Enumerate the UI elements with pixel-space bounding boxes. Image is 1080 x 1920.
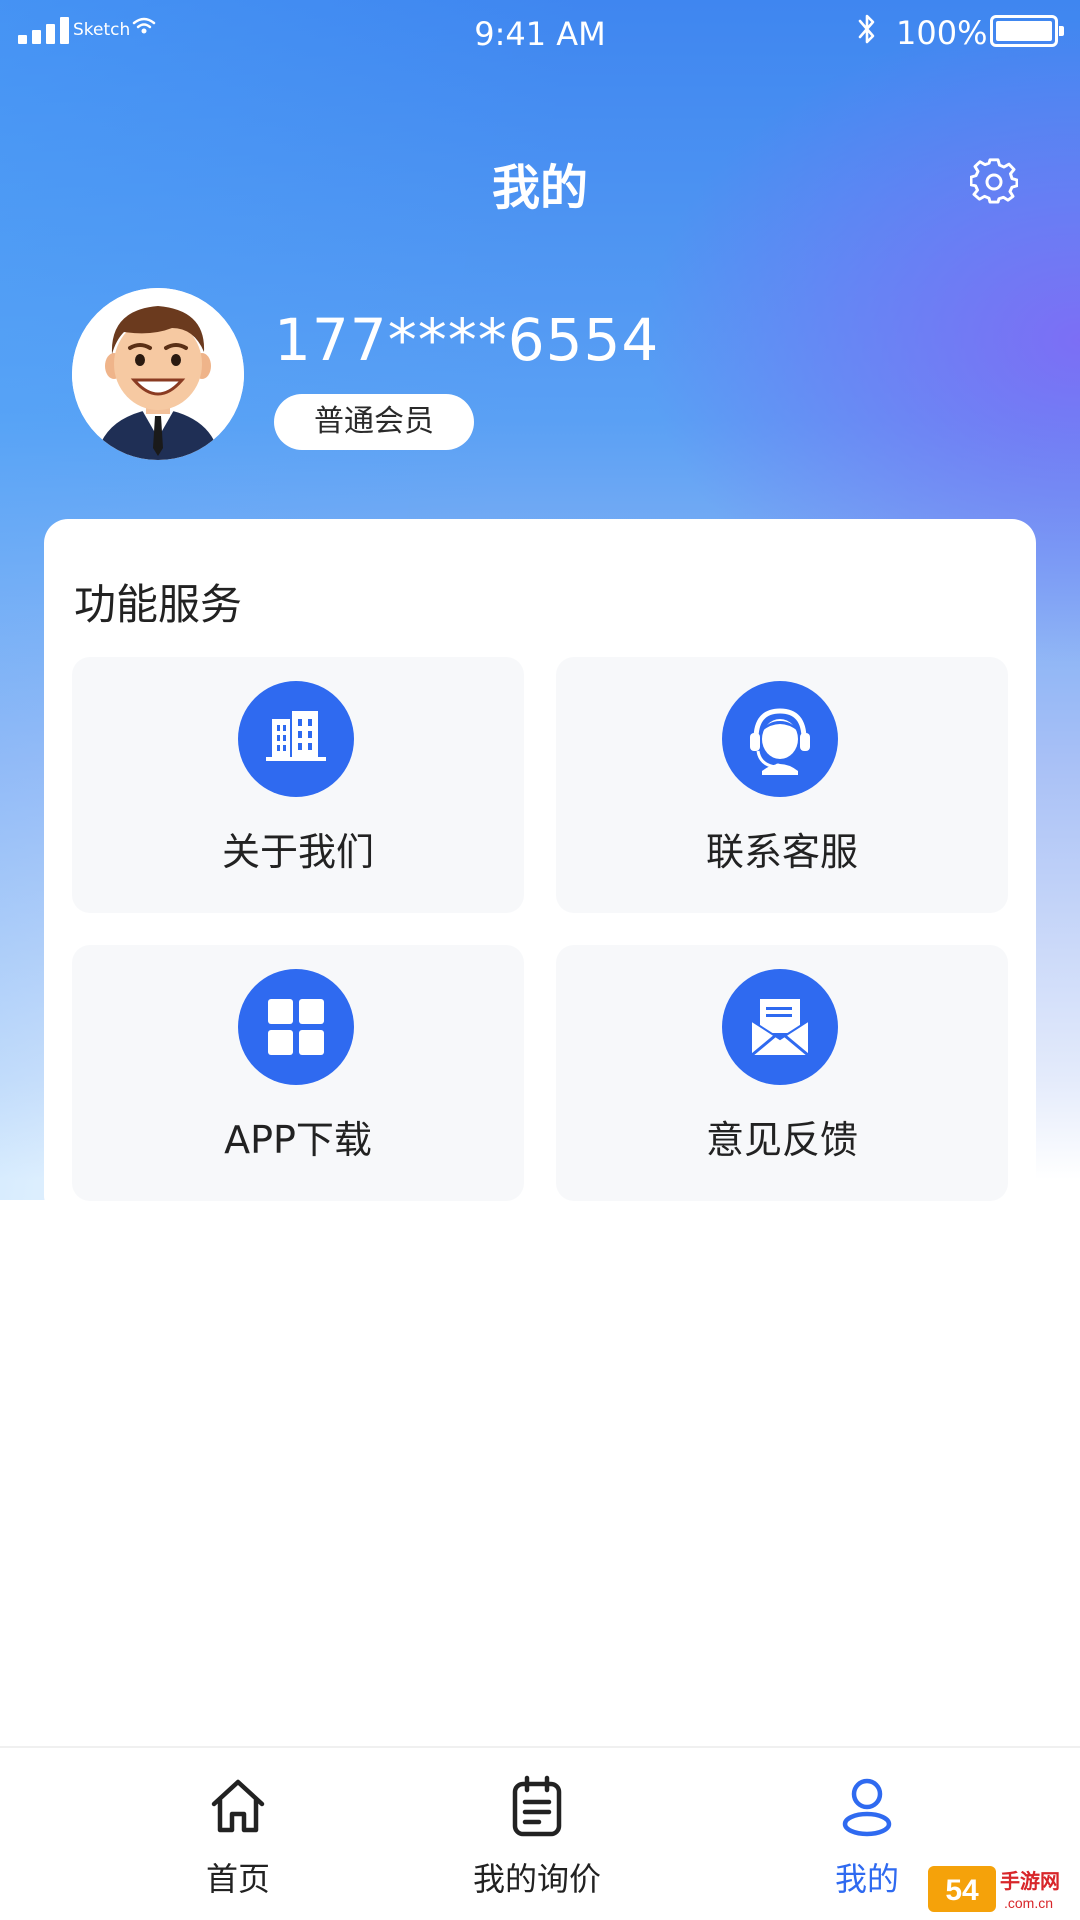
clipboard-icon <box>512 1775 562 1837</box>
section-title: 功能服务 <box>74 580 243 629</box>
battery-percentage: 100% <box>896 14 988 52</box>
mail-icon <box>722 969 838 1085</box>
avatar[interactable] <box>72 288 244 460</box>
service-customer-support[interactable]: 联系客服 <box>556 657 1008 913</box>
tab-home[interactable]: 首页 <box>138 1748 338 1920</box>
bottom-tab-bar: 首页 我的询价 我的 <box>0 1746 1080 1920</box>
service-app-download[interactable]: APP下载 <box>72 945 524 1201</box>
phone-number: 177****6554 <box>274 306 660 374</box>
service-about-us[interactable]: 关于我们 <box>72 657 524 913</box>
user-icon <box>842 1778 892 1837</box>
service-label: 联系客服 <box>705 830 858 874</box>
home-icon <box>211 1779 265 1833</box>
watermark-logo: 54 手游网 .com.cn <box>928 1862 1078 1916</box>
tab-my-inquiries[interactable]: 我的询价 <box>437 1748 637 1920</box>
service-label: 意见反馈 <box>705 1118 858 1162</box>
battery-icon <box>990 15 1064 47</box>
member-level-badge: 普通会员 <box>274 394 474 450</box>
svg-text:54: 54 <box>945 1874 979 1907</box>
status-bar: Sketch 9:41 AM 100% <box>0 0 1080 66</box>
svg-text:.com.cn: .com.cn <box>1004 1895 1053 1911</box>
service-label: 关于我们 <box>221 830 374 874</box>
service-feedback[interactable]: 意见反馈 <box>556 945 1008 1201</box>
service-label: APP下载 <box>224 1118 372 1162</box>
page-title: 我的 <box>491 160 588 216</box>
bluetooth-icon <box>858 14 875 44</box>
grid-icon <box>238 969 354 1085</box>
svg-text:手游网: 手游网 <box>1000 1869 1060 1893</box>
gear-icon[interactable] <box>970 158 1018 206</box>
tab-label: 我的询价 <box>472 1860 601 1898</box>
building-icon <box>238 681 354 797</box>
user-avatar-icon <box>72 288 244 460</box>
service-card: 功能服务 关于我们 联系客服 APP下载 意见反馈 <box>44 519 1036 1219</box>
tab-label: 首页 <box>205 1860 270 1898</box>
headset-icon <box>722 681 838 797</box>
